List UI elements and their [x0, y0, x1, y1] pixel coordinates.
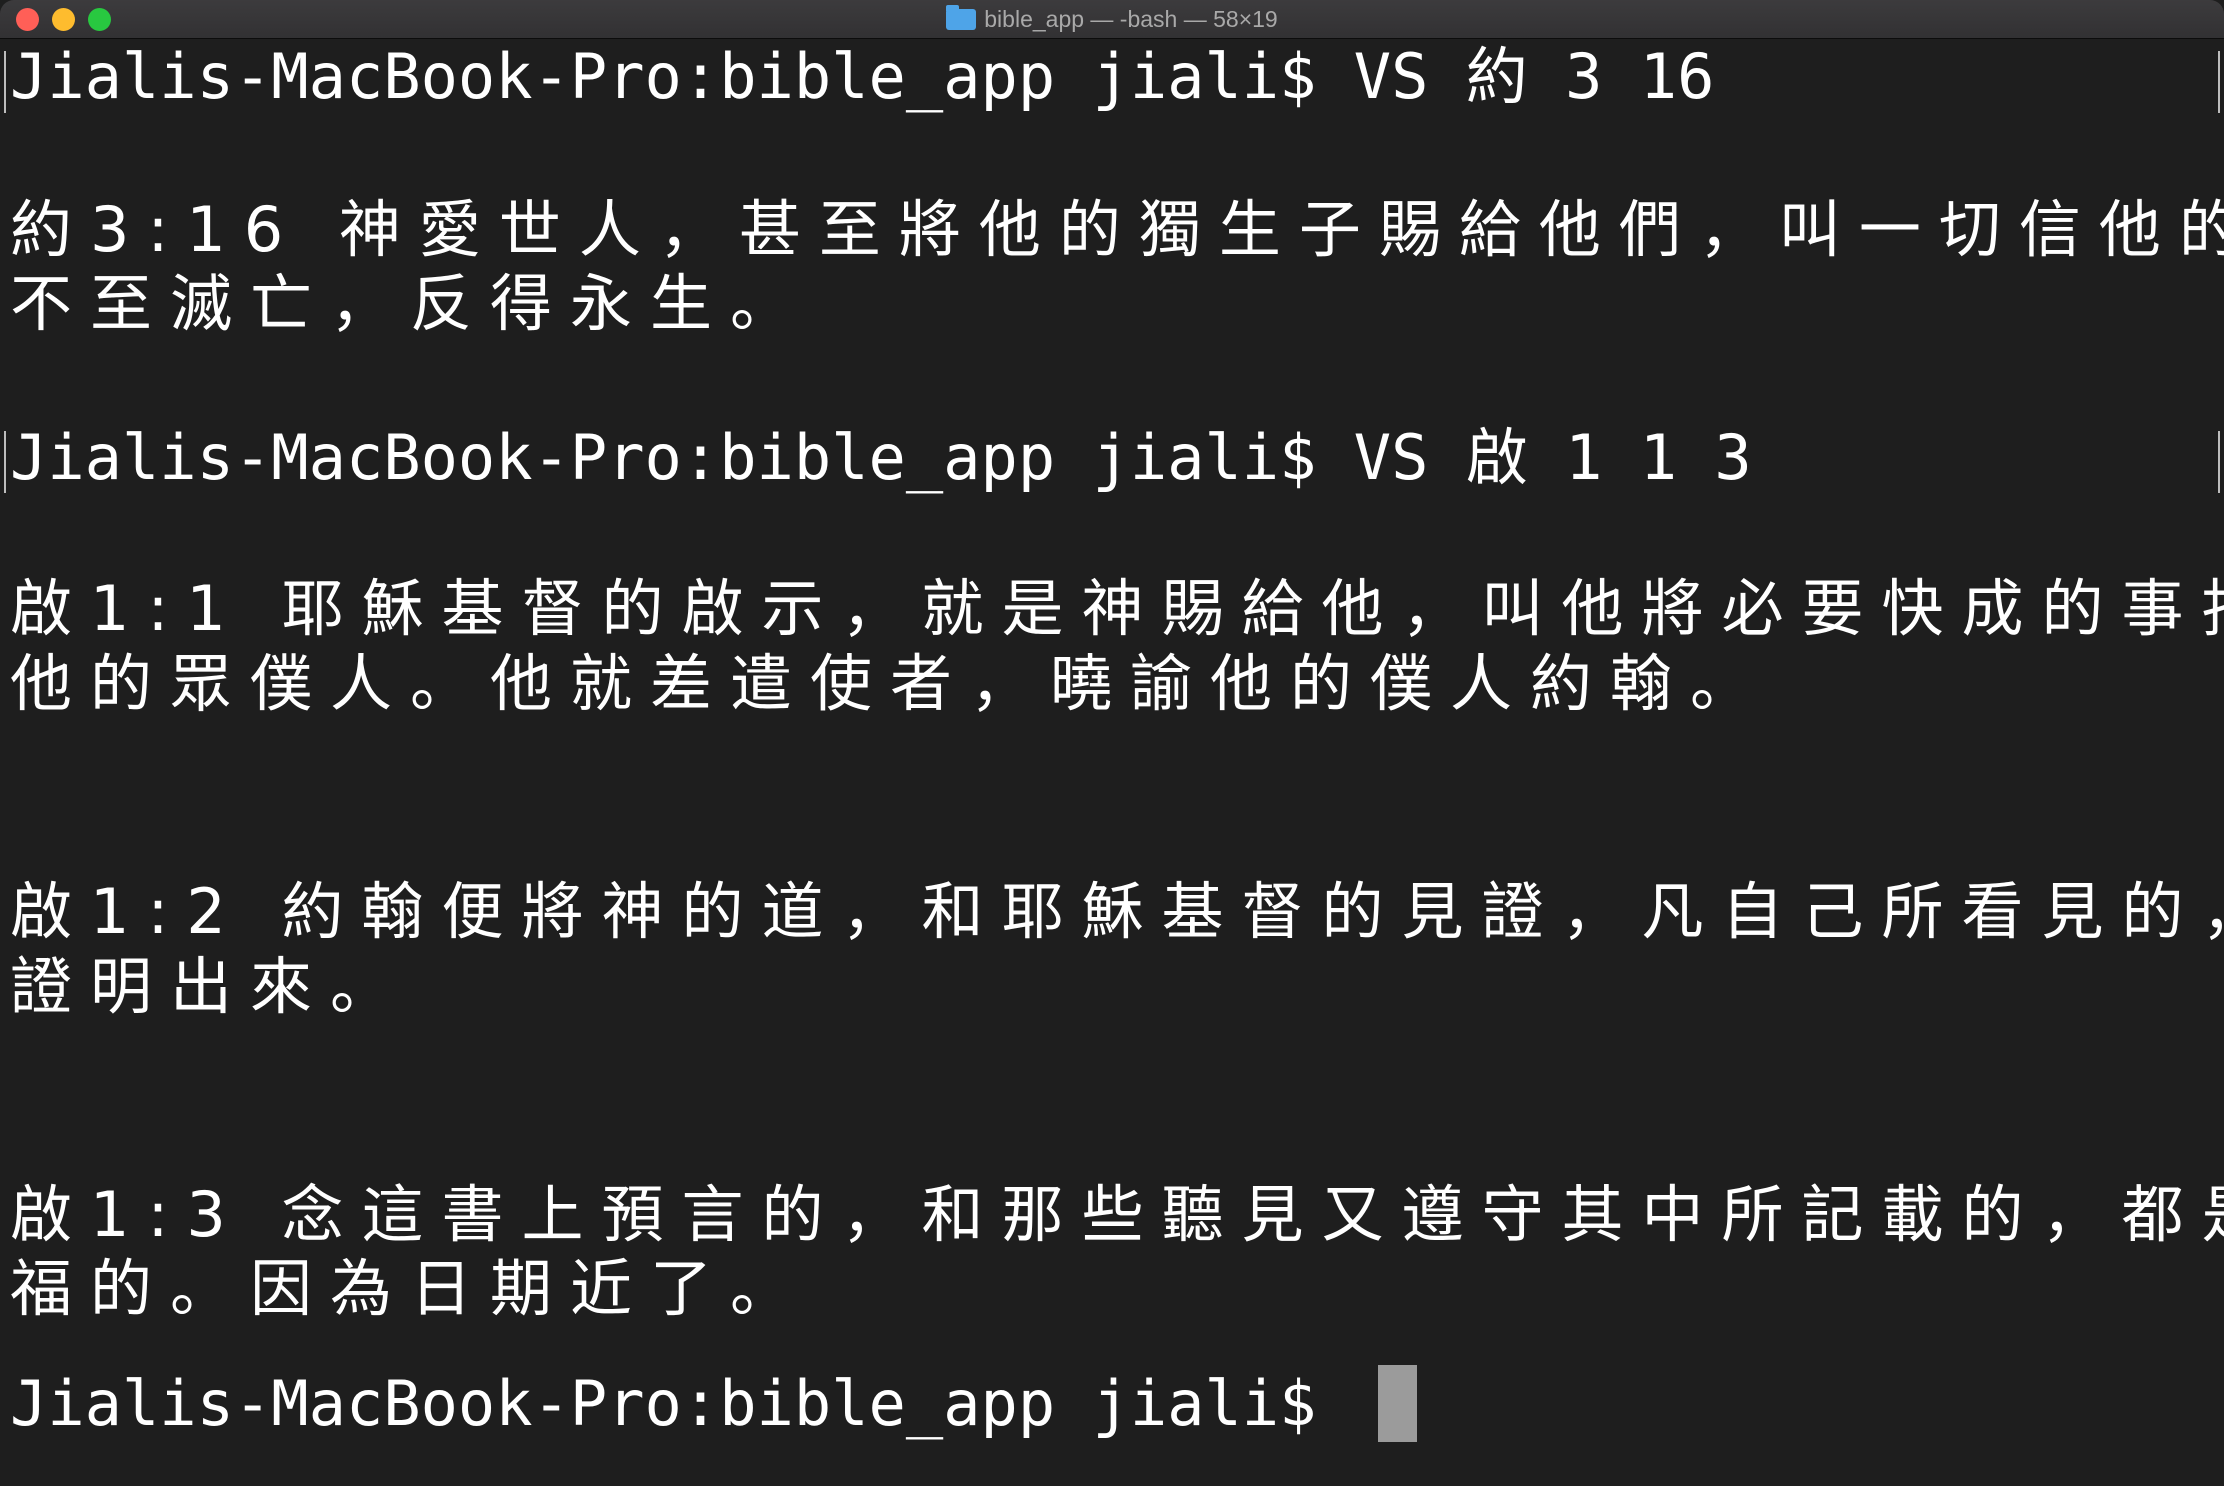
terminal-window: bible_app — -bash — 58×19 Jialis-MacBook…	[0, 0, 2224, 1486]
output-line: 福的。因為日期近了。	[10, 1252, 811, 1325]
prompt-line: Jialis-MacBook-Pro:bible_app jiali$ VS 約…	[10, 40, 1715, 113]
output-line: 啟1:1 耶穌基督的啟示，就是神賜給他，叫他將必要快成的事指示	[10, 572, 2224, 645]
window-title-group: bible_app — -bash — 58×19	[0, 0, 2224, 38]
terminal-content[interactable]: Jialis-MacBook-Pro:bible_app jiali$ VS 約…	[0, 39, 2224, 1486]
output-line: 啟1:2 約翰便將神的道，和耶穌基督的見證，凡自己所看見的，都	[10, 875, 2224, 948]
title-bar[interactable]: bible_app — -bash — 58×19	[0, 0, 2224, 39]
output-line: 啟1:3 念這書上預言的，和那些聽見又遵守其中所記載的，都是有	[10, 1178, 2224, 1251]
text-cursor	[1378, 1365, 1417, 1442]
folder-icon	[946, 4, 977, 30]
mark-bracket-right	[2218, 431, 2220, 493]
window-title: bible_app — -bash — 58×19	[984, 5, 1278, 32]
output-line: 證明出來。	[10, 950, 411, 1023]
mark-bracket-left	[4, 431, 6, 493]
prompt-line: Jialis-MacBook-Pro:bible_app jiali$ VS 啟…	[10, 421, 1752, 494]
mark-bracket-left	[4, 51, 6, 113]
output-line: 他的眾僕人。他就差遣使者，曉諭他的僕人約翰。	[10, 647, 1771, 720]
output-line: 不至滅亡，反得永生。	[10, 267, 811, 340]
mark-bracket-right	[2218, 51, 2220, 113]
output-line: 約3:16 神愛世人，甚至將他的獨生子賜給他們，叫一切信他的，	[10, 193, 2224, 266]
current-prompt-line: Jialis-MacBook-Pro:bible_app jiali$	[10, 1367, 1354, 1440]
